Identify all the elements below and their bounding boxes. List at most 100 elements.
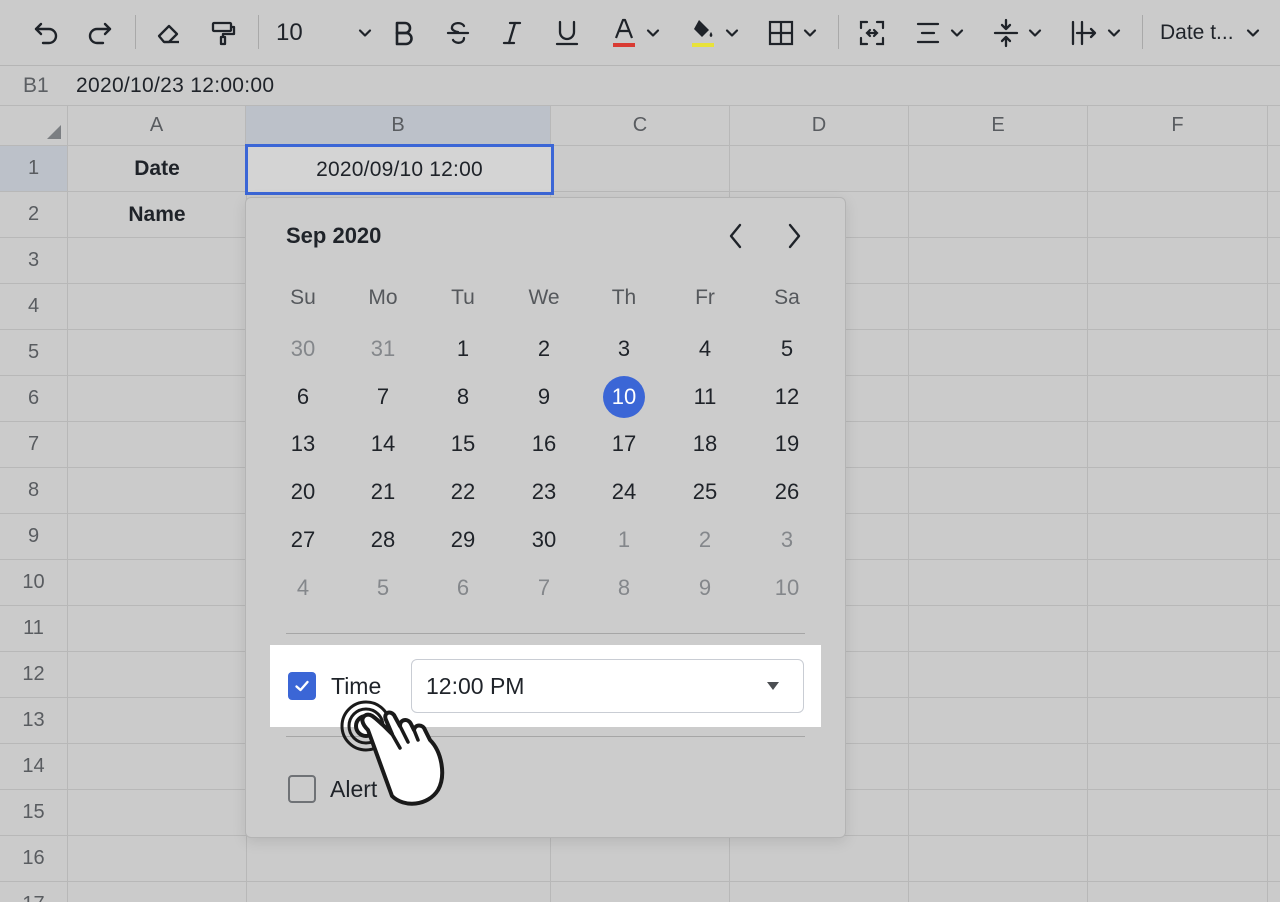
previous-month-button[interactable]	[720, 220, 752, 252]
cell-reference[interactable]: B1	[23, 74, 49, 98]
calendar-day[interactable]: 3	[602, 327, 646, 371]
calendar-day[interactable]: 1	[602, 518, 646, 562]
underline-button[interactable]	[549, 13, 585, 53]
row-header-7[interactable]: 7	[0, 422, 68, 468]
column-header-b[interactable]: B	[246, 106, 551, 146]
column-header-d[interactable]: D	[730, 106, 909, 146]
calendar-day-selected[interactable]: 10	[603, 376, 645, 418]
font-color-button[interactable]	[606, 13, 664, 53]
row-header-5[interactable]: 5	[0, 330, 68, 376]
strikethrough-button[interactable]	[440, 13, 476, 53]
calendar-day[interactable]: 1	[441, 327, 485, 371]
next-month-button[interactable]	[778, 220, 810, 252]
cell-a2[interactable]: Name	[68, 192, 246, 238]
horizontal-align-button[interactable]	[910, 13, 968, 53]
row-header-14[interactable]: 14	[0, 744, 68, 790]
calendar-day[interactable]: 9	[683, 566, 727, 610]
calendar-day[interactable]: 23	[522, 470, 566, 514]
calendar-day[interactable]: 6	[441, 566, 485, 610]
row-header-15[interactable]: 15	[0, 790, 68, 836]
select-all-corner[interactable]	[0, 106, 68, 146]
row-header-6[interactable]: 6	[0, 376, 68, 422]
calendar-day[interactable]: 13	[281, 422, 325, 466]
calendar-day[interactable]: 9	[522, 375, 566, 419]
calendar-day[interactable]: 25	[683, 470, 727, 514]
calendar-day[interactable]: 7	[361, 375, 405, 419]
calendar-day[interactable]: 31	[361, 327, 405, 371]
clear-format-button[interactable]	[150, 13, 188, 53]
row-header-11[interactable]: 11	[0, 606, 68, 652]
row-header-17[interactable]: 17	[0, 882, 68, 902]
borders-icon	[768, 20, 794, 46]
calendar-day[interactable]: 2	[683, 518, 727, 562]
calendar-day[interactable]: 30	[281, 327, 325, 371]
calendar-day[interactable]: 6	[281, 375, 325, 419]
calendar-day[interactable]: 15	[441, 422, 485, 466]
row-header-8[interactable]: 8	[0, 468, 68, 514]
calendar-day[interactable]: 28	[361, 518, 405, 562]
bold-button[interactable]	[386, 13, 422, 53]
format-painter-button[interactable]	[204, 13, 242, 53]
row-header-12[interactable]: 12	[0, 652, 68, 698]
calendar-day[interactable]: 20	[281, 470, 325, 514]
undo-button[interactable]	[28, 13, 64, 53]
row-header-9[interactable]: 9	[0, 514, 68, 560]
italic-button[interactable]	[494, 13, 530, 53]
calendar-day[interactable]: 11	[683, 375, 727, 419]
calendar-day[interactable]: 17	[602, 422, 646, 466]
eraser-icon	[157, 24, 179, 44]
number-format-select[interactable]: Date t...	[1160, 13, 1260, 53]
cell-a1[interactable]: Date	[68, 146, 246, 192]
calendar-day[interactable]: 12	[765, 375, 809, 419]
calendar-day[interactable]: 27	[281, 518, 325, 562]
row-header-2[interactable]: 2	[0, 192, 68, 238]
calendar-day[interactable]: 5	[361, 566, 405, 610]
calendar-day[interactable]: 18	[683, 422, 727, 466]
borders-button[interactable]	[764, 13, 820, 53]
calendar-day[interactable]: 3	[765, 518, 809, 562]
redo-button[interactable]	[82, 13, 118, 53]
calendar-day[interactable]: 21	[361, 470, 405, 514]
calendar-day[interactable]: 14	[361, 422, 405, 466]
toolbar-divider	[838, 15, 839, 49]
cell-b1-selected[interactable]: 2020/09/10 12:00	[245, 144, 554, 195]
calendar-day[interactable]: 26	[765, 470, 809, 514]
column-gridline	[1267, 146, 1268, 902]
calendar-day[interactable]: 8	[441, 375, 485, 419]
weekday-label: Th	[611, 286, 637, 309]
calendar-day[interactable]: 19	[765, 422, 809, 466]
month-year-label: Sep 2020	[286, 223, 382, 248]
calendar-day[interactable]: 4	[281, 566, 325, 610]
alert-checkbox[interactable]	[288, 775, 316, 803]
calendar-day[interactable]: 16	[522, 422, 566, 466]
vertical-align-button[interactable]	[988, 13, 1046, 53]
column-header-f[interactable]: F	[1088, 106, 1268, 146]
calendar-day[interactable]: 29	[441, 518, 485, 562]
calendar-day[interactable]: 10	[765, 566, 809, 610]
merge-cells-button[interactable]	[854, 13, 890, 53]
column-header-a[interactable]: A	[68, 106, 246, 146]
font-size-select[interactable]: 10	[276, 13, 372, 53]
calendar-day[interactable]: 8	[602, 566, 646, 610]
calendar-day[interactable]: 24	[602, 470, 646, 514]
row-header-10[interactable]: 10	[0, 560, 68, 606]
column-header-e[interactable]: E	[909, 106, 1088, 146]
row-header-4[interactable]: 4	[0, 284, 68, 330]
time-checkbox[interactable]	[288, 672, 316, 700]
calendar-day[interactable]: 2	[522, 327, 566, 371]
toolbar: 10 Date t...	[0, 0, 1280, 66]
column-header-next[interactable]	[1268, 106, 1280, 146]
calendar-day[interactable]: 4	[683, 327, 727, 371]
calendar-day[interactable]: 30	[522, 518, 566, 562]
formula-input[interactable]: 2020/10/23 12:00:00	[76, 74, 274, 98]
row-header-3[interactable]: 3	[0, 238, 68, 284]
text-wrap-button[interactable]	[1066, 13, 1124, 53]
fill-color-button[interactable]	[686, 13, 742, 53]
calendar-day[interactable]: 5	[765, 327, 809, 371]
row-header-13[interactable]: 13	[0, 698, 68, 744]
row-header-16[interactable]: 16	[0, 836, 68, 882]
calendar-day[interactable]: 7	[522, 566, 566, 610]
row-header-1[interactable]: 1	[0, 146, 68, 192]
calendar-day[interactable]: 22	[441, 470, 485, 514]
column-header-c[interactable]: C	[551, 106, 730, 146]
